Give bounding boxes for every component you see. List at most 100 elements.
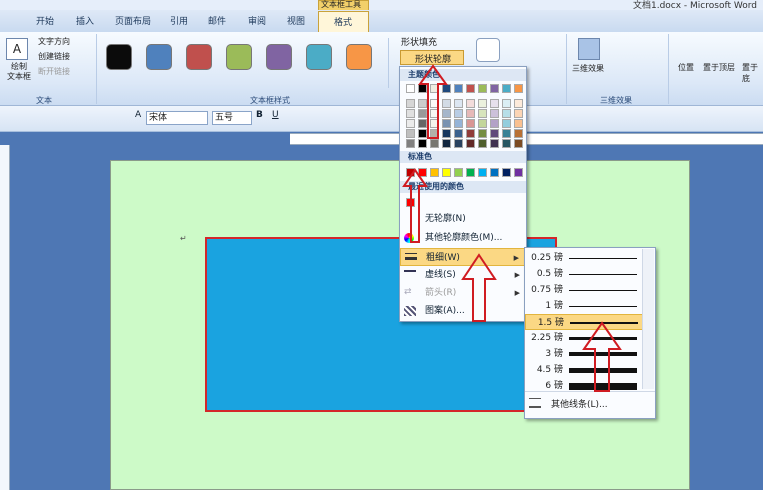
theme-color-swatch[interactable] (442, 109, 451, 118)
weight-option[interactable]: 1.5 磅 (525, 314, 643, 330)
standard-color-swatch[interactable] (406, 168, 415, 177)
style-swatch[interactable] (186, 44, 212, 70)
send-back-button[interactable]: 置于底 (742, 62, 763, 84)
theme-color-swatch[interactable] (514, 84, 523, 93)
theme-color-swatch[interactable] (454, 84, 463, 93)
theme-color-swatch[interactable] (478, 84, 487, 93)
style-swatch[interactable] (226, 44, 252, 70)
more-colors-item[interactable]: 其他轮廓颜色(M)... (400, 229, 526, 247)
bold-button[interactable]: B (256, 110, 263, 126)
weight-option[interactable]: 4.5 磅 (525, 362, 643, 378)
tab-references[interactable]: 引用 (170, 14, 188, 27)
theme-color-swatch[interactable] (502, 84, 511, 93)
pattern-item[interactable]: 图案(A)... (400, 302, 526, 320)
tab-mailings[interactable]: 邮件 (208, 14, 226, 27)
style-swatch[interactable] (346, 44, 372, 70)
theme-color-swatch[interactable] (454, 119, 463, 128)
weight-option[interactable]: 0.75 磅 (525, 282, 643, 298)
theme-color-swatch[interactable] (514, 99, 523, 108)
theme-color-swatch[interactable] (478, 109, 487, 118)
theme-color-swatch[interactable] (406, 84, 415, 93)
font-a-button[interactable]: A (135, 110, 141, 126)
theme-color-swatch[interactable] (466, 109, 475, 118)
theme-color-swatch[interactable] (430, 109, 439, 118)
standard-color-swatch[interactable] (514, 168, 523, 177)
theme-color-swatch[interactable] (466, 129, 475, 138)
draw-textbox-button[interactable]: 绘制 文本框 (2, 62, 36, 82)
theme-color-swatch[interactable] (442, 129, 451, 138)
theme-color-swatch[interactable] (442, 119, 451, 128)
theme-color-swatch[interactable] (490, 84, 499, 93)
position-button[interactable]: 位置 (678, 62, 694, 73)
theme-color-swatch[interactable] (466, 139, 475, 148)
tab-insert[interactable]: 插入 (76, 14, 94, 27)
theme-color-swatch[interactable] (490, 139, 499, 148)
standard-color-swatch[interactable] (430, 168, 439, 177)
weight-item[interactable]: 粗细(W) ▶ (400, 248, 526, 266)
theme-color-swatch[interactable] (466, 119, 475, 128)
standard-color-swatch[interactable] (418, 168, 427, 177)
bring-front-button[interactable]: 置于顶层 (703, 62, 735, 73)
break-link-button[interactable]: 断开链接 (38, 66, 70, 77)
theme-color-swatch[interactable] (418, 99, 427, 108)
style-swatch[interactable] (266, 44, 292, 70)
theme-color-swatch[interactable] (418, 119, 427, 128)
theme-color-swatch[interactable] (514, 119, 523, 128)
create-link-button[interactable]: 创建链接 (38, 51, 70, 62)
theme-color-swatch[interactable] (502, 119, 511, 128)
theme-color-swatch[interactable] (454, 99, 463, 108)
theme-color-swatch[interactable] (442, 99, 451, 108)
theme-color-swatch[interactable] (406, 119, 415, 128)
tab-view[interactable]: 视图 (287, 14, 305, 27)
tab-layout[interactable]: 页面布局 (115, 14, 151, 27)
theme-color-swatch[interactable] (490, 109, 499, 118)
theme-color-swatch[interactable] (514, 109, 523, 118)
theme-color-swatch[interactable] (418, 84, 427, 93)
theme-color-swatch[interactable] (406, 99, 415, 108)
theme-color-swatch[interactable] (406, 139, 415, 148)
standard-color-swatch[interactable] (502, 168, 511, 177)
theme-color-swatch[interactable] (406, 109, 415, 118)
more-lines-item[interactable]: 其他线条(L)... (551, 397, 608, 410)
recent-color-swatch[interactable] (406, 198, 415, 207)
threed-effect-icon[interactable] (578, 38, 600, 60)
weight-option[interactable]: 3 磅 (525, 346, 643, 362)
theme-color-swatch[interactable] (502, 109, 511, 118)
underline-button[interactable]: U (272, 110, 279, 126)
tab-format[interactable]: 格式 (334, 15, 352, 28)
theme-color-swatch[interactable] (418, 139, 427, 148)
no-outline-item[interactable]: 无轮廓(N) (400, 210, 526, 228)
theme-color-swatch[interactable] (442, 84, 451, 93)
theme-color-swatch[interactable] (430, 119, 439, 128)
theme-color-swatch[interactable] (430, 129, 439, 138)
theme-color-swatch[interactable] (490, 129, 499, 138)
weight-option[interactable]: 2.25 磅 (525, 330, 643, 346)
style-swatch[interactable] (306, 44, 332, 70)
theme-color-swatch[interactable] (478, 139, 487, 148)
arrows-item[interactable]: ⇄ 箭头(R) ▶ (400, 284, 526, 302)
theme-color-swatch[interactable] (478, 129, 487, 138)
weight-option[interactable]: 0.5 磅 (525, 266, 643, 282)
weight-option[interactable]: 0.25 磅 (525, 250, 643, 266)
standard-color-swatch[interactable] (454, 168, 463, 177)
theme-color-swatch[interactable] (514, 139, 523, 148)
theme-color-swatch[interactable] (478, 99, 487, 108)
theme-color-swatch[interactable] (442, 139, 451, 148)
shape-outline-button[interactable]: 形状轮廓 (400, 50, 464, 65)
gallery-scroll[interactable] (388, 38, 398, 88)
theme-color-swatch[interactable] (454, 109, 463, 118)
tab-home[interactable]: 开始 (36, 14, 54, 27)
theme-color-swatch[interactable] (454, 129, 463, 138)
standard-color-swatch[interactable] (478, 168, 487, 177)
weight-scrollbar[interactable] (642, 249, 654, 389)
font-name-box[interactable]: 宋体 (146, 111, 208, 125)
shadow-effect-icon[interactable] (476, 38, 500, 62)
theme-color-swatch[interactable] (466, 99, 475, 108)
theme-color-swatch[interactable] (430, 84, 439, 93)
style-swatch[interactable] (146, 44, 172, 70)
theme-color-swatch[interactable] (514, 129, 523, 138)
style-swatch[interactable] (106, 44, 132, 70)
shape-fill-button[interactable]: 形状填充 (401, 35, 437, 48)
dashes-item[interactable]: 虚线(S) ▶ (400, 266, 526, 284)
theme-color-swatch[interactable] (502, 129, 511, 138)
